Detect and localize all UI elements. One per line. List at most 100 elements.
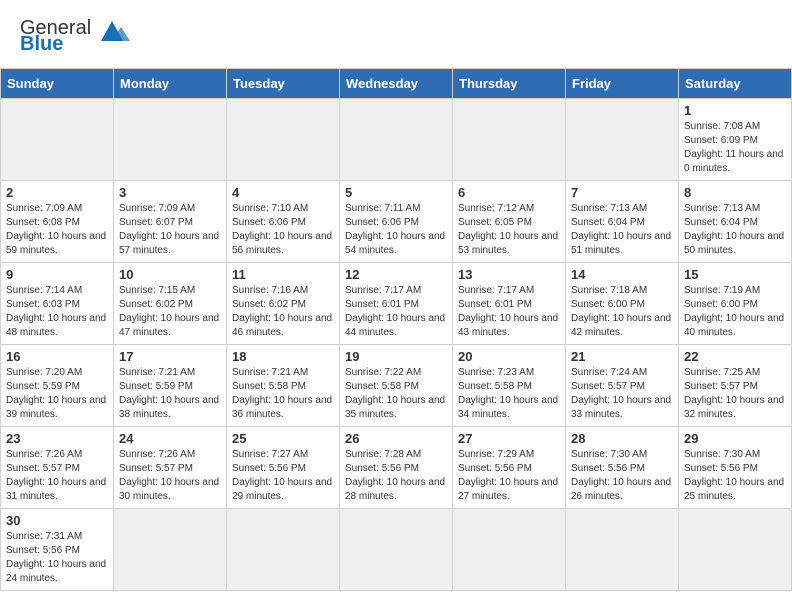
- weekday-header-sunday: Sunday: [1, 69, 114, 99]
- calendar-cell: [340, 509, 453, 591]
- day-number: 23: [6, 431, 108, 446]
- calendar-cell: [1, 99, 114, 181]
- day-info: Sunrise: 7:26 AMSunset: 5:57 PMDaylight:…: [119, 448, 221, 504]
- day-number: 10: [119, 267, 221, 282]
- calendar-cell: [566, 509, 679, 591]
- header: General Blue: [0, 0, 792, 64]
- logo-icon: [93, 13, 131, 51]
- calendar-cell: 8Sunrise: 7:13 AMSunset: 6:04 PMDaylight…: [679, 181, 792, 263]
- calendar-week-row: 23 Sunrise: 7:26 AMSunset: 5:57 PMDayligh…: [1, 427, 792, 509]
- day-number: 9: [6, 267, 108, 282]
- day-number: 16: [6, 349, 108, 364]
- day-info: Sunrise: 7:28 AMSunset: 5:56 PMDaylight:…: [345, 448, 447, 504]
- day-info: Sunrise: 7:20 AMSunset: 5:59 PMDaylight:…: [6, 366, 108, 422]
- day-info: Sunrise: 7:21 AMSunset: 5:58 PMDaylight:…: [232, 366, 334, 422]
- day-info: Sunrise: 7:22 AMSunset: 5:58 PMDaylight:…: [345, 366, 447, 422]
- day-number: 5: [345, 185, 447, 200]
- calendar-cell: 19 Sunrise: 7:22 AMSunset: 5:58 PMDayligh…: [340, 345, 453, 427]
- day-number: 7: [571, 185, 673, 200]
- day-info: Sunrise: 7:23 AMSunset: 5:58 PMDaylight:…: [458, 366, 560, 422]
- weekday-header-wednesday: Wednesday: [340, 69, 453, 99]
- calendar-cell: 24Sunrise: 7:26 AMSunset: 5:57 PMDayligh…: [114, 427, 227, 509]
- calendar-cell: [227, 509, 340, 591]
- calendar-cell: 15Sunrise: 7:19 AMSunset: 6:00 PMDayligh…: [679, 263, 792, 345]
- calendar-cell: 12 Sunrise: 7:17 AMSunset: 6:01 PMDayligh…: [340, 263, 453, 345]
- day-number: 27: [458, 431, 560, 446]
- calendar-cell: 2 Sunrise: 7:09 AMSunset: 6:08 PMDaylight…: [1, 181, 114, 263]
- logo: General Blue: [20, 18, 131, 54]
- day-info: Sunrise: 7:17 AMSunset: 6:01 PMDaylight:…: [345, 284, 447, 340]
- day-number: 11: [232, 267, 334, 282]
- day-info: Sunrise: 7:14 AMSunset: 6:03 PMDaylight:…: [6, 284, 108, 340]
- calendar-week-row: 16 Sunrise: 7:20 AMSunset: 5:59 PMDayligh…: [1, 345, 792, 427]
- weekday-header-row: SundayMondayTuesdayWednesdayThursdayFrid…: [1, 69, 792, 99]
- day-number: 1: [684, 103, 786, 118]
- calendar-cell: 16 Sunrise: 7:20 AMSunset: 5:59 PMDayligh…: [1, 345, 114, 427]
- day-info: Sunrise: 7:26 AMSunset: 5:57 PMDaylight:…: [6, 448, 108, 504]
- calendar-cell: 5 Sunrise: 7:11 AMSunset: 6:06 PMDaylight…: [340, 181, 453, 263]
- weekday-header-saturday: Saturday: [679, 69, 792, 99]
- weekday-header-tuesday: Tuesday: [227, 69, 340, 99]
- calendar-cell: [114, 99, 227, 181]
- calendar-cell: 30Sunrise: 7:31 AMSunset: 5:56 PMDayligh…: [1, 509, 114, 591]
- calendar-cell: 23 Sunrise: 7:26 AMSunset: 5:57 PMDayligh…: [1, 427, 114, 509]
- day-number: 20: [458, 349, 560, 364]
- day-info: Sunrise: 7:17 AMSunset: 6:01 PMDaylight:…: [458, 284, 560, 340]
- day-info: Sunrise: 7:29 AMSunset: 5:56 PMDaylight:…: [458, 448, 560, 504]
- calendar-cell: 6 Sunrise: 7:12 AMSunset: 6:05 PMDaylight…: [453, 181, 566, 263]
- calendar-cell: 29Sunrise: 7:30 AMSunset: 5:56 PMDayligh…: [679, 427, 792, 509]
- calendar-cell: 27 Sunrise: 7:29 AMSunset: 5:56 PMDayligh…: [453, 427, 566, 509]
- day-number: 26: [345, 431, 447, 446]
- logo-blue: Blue: [20, 34, 91, 54]
- calendar-cell: 14Sunrise: 7:18 AMSunset: 6:00 PMDayligh…: [566, 263, 679, 345]
- day-info: Sunrise: 7:13 AMSunset: 6:04 PMDaylight:…: [571, 202, 673, 258]
- calendar-cell: [227, 99, 340, 181]
- calendar-cell: 10 Sunrise: 7:15 AMSunset: 6:02 PMDayligh…: [114, 263, 227, 345]
- calendar-cell: 11 Sunrise: 7:16 AMSunset: 6:02 PMDayligh…: [227, 263, 340, 345]
- day-info: Sunrise: 7:31 AMSunset: 5:56 PMDaylight:…: [6, 530, 108, 586]
- day-info: Sunrise: 7:10 AMSunset: 6:06 PMDaylight:…: [232, 202, 334, 258]
- day-number: 12: [345, 267, 447, 282]
- day-number: 2: [6, 185, 108, 200]
- calendar-cell: 26 Sunrise: 7:28 AMSunset: 5:56 PMDayligh…: [340, 427, 453, 509]
- day-info: Sunrise: 7:16 AMSunset: 6:02 PMDaylight:…: [232, 284, 334, 340]
- day-info: Sunrise: 7:11 AMSunset: 6:06 PMDaylight:…: [345, 202, 447, 258]
- calendar-cell: [340, 99, 453, 181]
- day-info: Sunrise: 7:24 AMSunset: 5:57 PMDaylight:…: [571, 366, 673, 422]
- calendar-week-row: 30Sunrise: 7:31 AMSunset: 5:56 PMDayligh…: [1, 509, 792, 591]
- day-number: 19: [345, 349, 447, 364]
- calendar-cell: 7 Sunrise: 7:13 AMSunset: 6:04 PMDaylight…: [566, 181, 679, 263]
- calendar-cell: [679, 509, 792, 591]
- day-number: 13: [458, 267, 560, 282]
- calendar-cell: 28 Sunrise: 7:30 AMSunset: 5:56 PMDayligh…: [566, 427, 679, 509]
- day-number: 4: [232, 185, 334, 200]
- day-number: 25: [232, 431, 334, 446]
- day-number: 15: [684, 267, 786, 282]
- calendar-week-row: 1 Sunrise: 7:08 AMSunset: 6:09 PMDaylight…: [1, 99, 792, 181]
- day-number: 28: [571, 431, 673, 446]
- calendar-cell: 13 Sunrise: 7:17 AMSunset: 6:01 PMDayligh…: [453, 263, 566, 345]
- weekday-header-friday: Friday: [566, 69, 679, 99]
- day-info: Sunrise: 7:30 AMSunset: 5:56 PMDaylight:…: [684, 448, 786, 504]
- day-info: Sunrise: 7:15 AMSunset: 6:02 PMDaylight:…: [119, 284, 221, 340]
- calendar-cell: 1 Sunrise: 7:08 AMSunset: 6:09 PMDaylight…: [679, 99, 792, 181]
- calendar-cell: 20 Sunrise: 7:23 AMSunset: 5:58 PMDayligh…: [453, 345, 566, 427]
- day-number: 6: [458, 185, 560, 200]
- day-number: 8: [684, 185, 786, 200]
- calendar-cell: 3Sunrise: 7:09 AMSunset: 6:07 PMDaylight…: [114, 181, 227, 263]
- calendar: SundayMondayTuesdayWednesdayThursdayFrid…: [0, 68, 792, 591]
- calendar-cell: 21 Sunrise: 7:24 AMSunset: 5:57 PMDayligh…: [566, 345, 679, 427]
- calendar-cell: [566, 99, 679, 181]
- calendar-cell: 17Sunrise: 7:21 AMSunset: 5:59 PMDayligh…: [114, 345, 227, 427]
- day-info: Sunrise: 7:08 AMSunset: 6:09 PMDaylight:…: [684, 120, 786, 176]
- calendar-cell: 25Sunrise: 7:27 AMSunset: 5:56 PMDayligh…: [227, 427, 340, 509]
- day-info: Sunrise: 7:30 AMSunset: 5:56 PMDaylight:…: [571, 448, 673, 504]
- calendar-week-row: 9 Sunrise: 7:14 AMSunset: 6:03 PMDaylight…: [1, 263, 792, 345]
- day-number: 21: [571, 349, 673, 364]
- day-info: Sunrise: 7:18 AMSunset: 6:00 PMDaylight:…: [571, 284, 673, 340]
- day-info: Sunrise: 7:12 AMSunset: 6:05 PMDaylight:…: [458, 202, 560, 258]
- calendar-cell: [453, 99, 566, 181]
- calendar-cell: 4 Sunrise: 7:10 AMSunset: 6:06 PMDaylight…: [227, 181, 340, 263]
- day-info: Sunrise: 7:21 AMSunset: 5:59 PMDaylight:…: [119, 366, 221, 422]
- day-info: Sunrise: 7:09 AMSunset: 6:08 PMDaylight:…: [6, 202, 108, 258]
